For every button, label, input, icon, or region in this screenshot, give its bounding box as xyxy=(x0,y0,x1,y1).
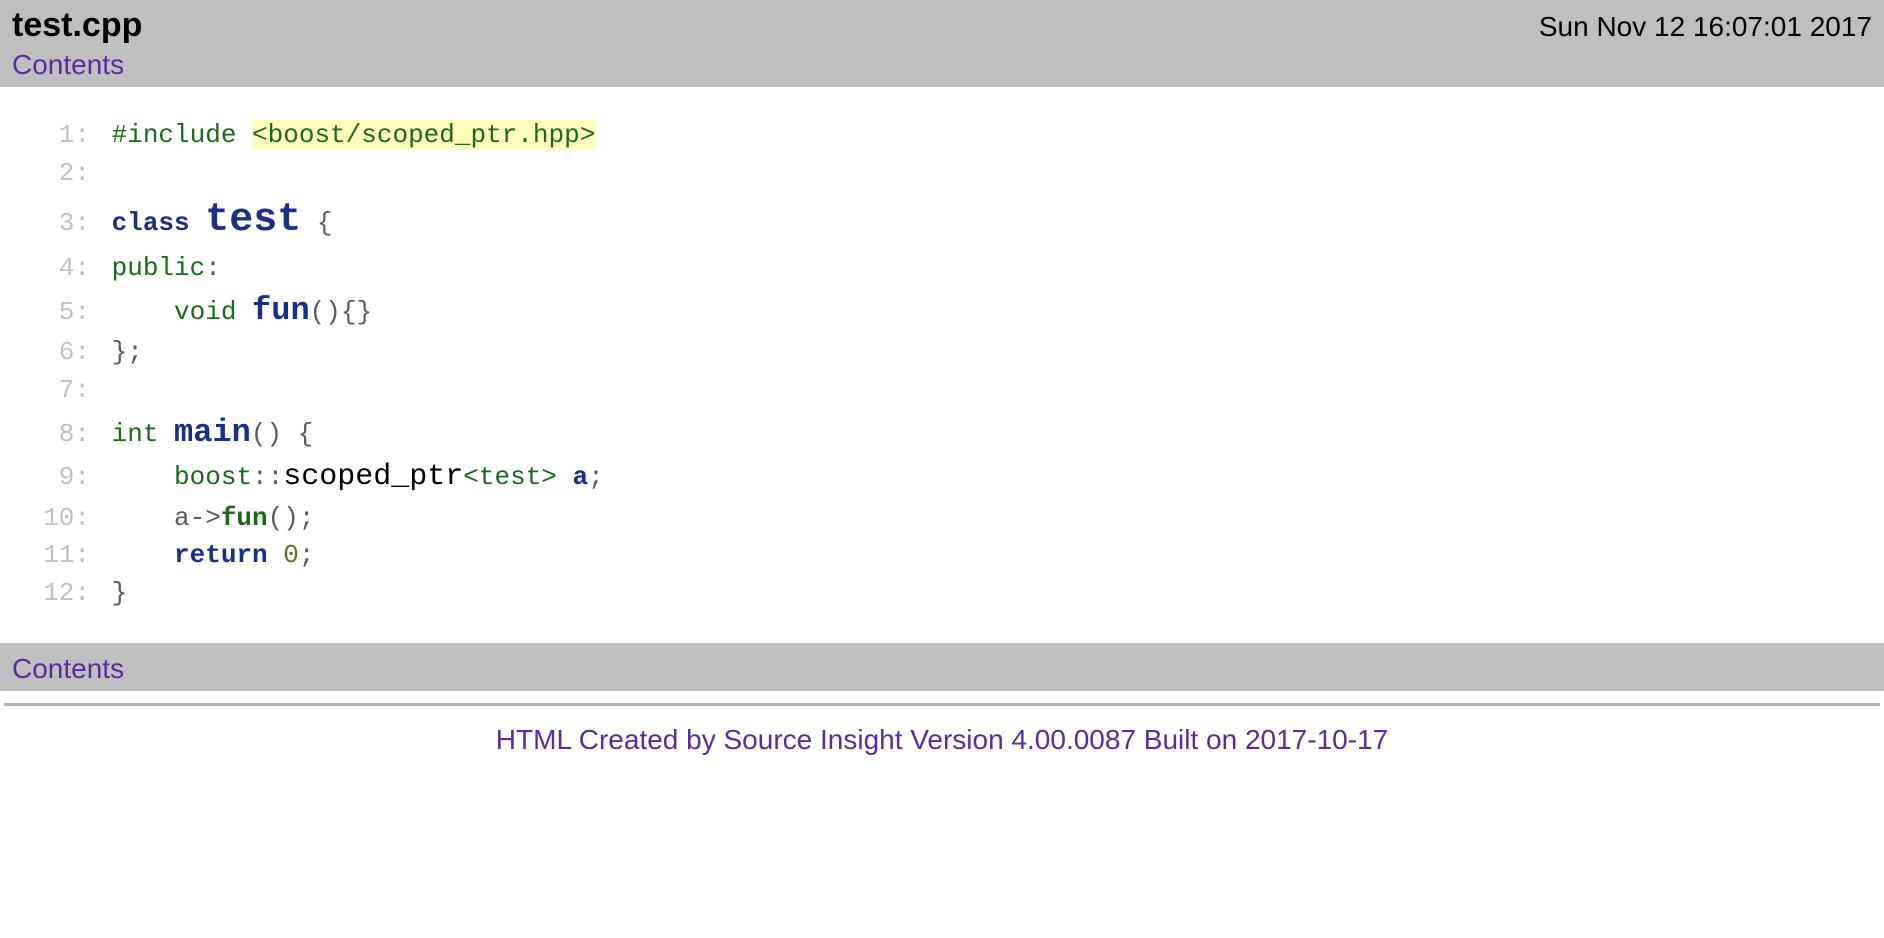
code-token: : xyxy=(205,253,221,283)
code-line: 6: }; xyxy=(0,334,1884,372)
code-token xyxy=(557,462,573,492)
file-timestamp: Sun Nov 12 16:07:01 2017 xyxy=(1539,11,1872,43)
line-number: 9: xyxy=(0,459,96,497)
code-line: 12: } xyxy=(0,575,1884,613)
code-token: boost xyxy=(174,462,252,492)
code-line: 4: public: xyxy=(0,250,1884,288)
code-area: 1: #include <boost/scoped_ptr.hpp>2: 3: … xyxy=(0,87,1884,643)
contents-link-top[interactable]: Contents xyxy=(12,49,124,81)
code-token: return xyxy=(174,540,268,570)
code-token: <boost/scoped_ptr.hpp> xyxy=(252,120,595,150)
code-token: test xyxy=(205,198,301,243)
code-token: main xyxy=(174,414,251,451)
code-token: } xyxy=(112,578,128,608)
code-token: :: xyxy=(252,462,283,492)
code-line: 10: a->fun(); xyxy=(0,500,1884,538)
contents-link-bottom[interactable]: Contents xyxy=(12,653,124,685)
code-line: 3: class test { xyxy=(0,192,1884,250)
code-token xyxy=(268,540,284,570)
line-number: 10: xyxy=(0,500,96,538)
code-token: fun xyxy=(252,292,310,329)
code-token: 0 xyxy=(283,540,299,570)
code-token: class xyxy=(112,208,206,238)
code-token: void xyxy=(174,297,252,327)
code-token: <test> xyxy=(463,462,557,492)
code-token xyxy=(112,297,174,327)
line-number: 6: xyxy=(0,334,96,372)
code-line: 8: int main() { xyxy=(0,410,1884,456)
header-bar: test.cpp Sun Nov 12 16:07:01 2017 Conten… xyxy=(0,0,1884,87)
code-line: 7: xyxy=(0,372,1884,410)
code-token: }; xyxy=(112,337,143,367)
line-number: 1: xyxy=(0,117,96,155)
code-token: scoped_ptr xyxy=(283,460,463,494)
line-number: 7: xyxy=(0,372,96,410)
code-token: () { xyxy=(251,419,313,449)
line-number: 4: xyxy=(0,250,96,288)
code-token: ; xyxy=(299,540,315,570)
code-line: 5: void fun(){} xyxy=(0,288,1884,334)
generated-footer: HTML Created by Source Insight Version 4… xyxy=(0,724,1884,776)
file-title: test.cpp xyxy=(12,6,142,45)
footer-bar: Contents xyxy=(0,643,1884,691)
header-top: test.cpp Sun Nov 12 16:07:01 2017 xyxy=(12,6,1872,45)
line-number: 2: xyxy=(0,155,96,193)
code-token: a-> xyxy=(112,503,221,533)
code-line: 11: return 0; xyxy=(0,537,1884,575)
code-token: (); xyxy=(268,503,315,533)
code-token xyxy=(112,540,174,570)
separator xyxy=(4,703,1880,706)
code-token: int xyxy=(112,419,174,449)
code-token: fun xyxy=(221,503,268,533)
code-line: 1: #include <boost/scoped_ptr.hpp> xyxy=(0,117,1884,155)
code-token xyxy=(112,462,174,492)
code-token: ; xyxy=(588,462,604,492)
code-token: #include xyxy=(112,120,252,150)
code-token: { xyxy=(301,208,332,238)
line-number: 3: xyxy=(0,205,96,243)
line-number: 12: xyxy=(0,575,96,613)
code-token: (){} xyxy=(310,297,372,327)
code-line: 2: xyxy=(0,155,1884,193)
code-line: 9: boost::scoped_ptr<test> a; xyxy=(0,456,1884,500)
code-token: public xyxy=(112,253,206,283)
line-number: 5: xyxy=(0,294,96,332)
line-number: 8: xyxy=(0,416,96,454)
code-token: a xyxy=(573,462,589,492)
line-number: 11: xyxy=(0,537,96,575)
